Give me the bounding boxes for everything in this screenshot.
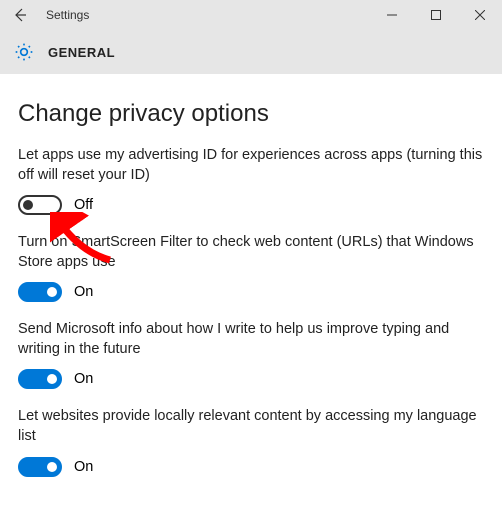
toggle-state-label: On <box>74 284 93 300</box>
setting-smartscreen: Turn on SmartScreen Filter to check web … <box>18 233 484 302</box>
toggle-row: On <box>18 369 484 389</box>
minimize-button[interactable] <box>370 0 414 30</box>
smartscreen-toggle[interactable] <box>18 282 62 302</box>
setting-advertising-id: Let apps use my advertising ID for exper… <box>18 146 484 215</box>
toggle-state-label: On <box>74 459 93 475</box>
gear-icon <box>14 42 34 62</box>
language-list-toggle[interactable] <box>18 457 62 477</box>
toggle-row: Off <box>18 195 484 215</box>
window-title: Settings <box>46 8 89 22</box>
content-area: Change privacy options Let apps use my a… <box>0 74 502 505</box>
maximize-button[interactable] <box>414 0 458 30</box>
arrow-left-icon <box>12 7 28 23</box>
toggle-state-label: On <box>74 371 93 387</box>
toggle-row: On <box>18 457 484 477</box>
section-title: GENERAL <box>48 45 115 60</box>
setting-description: Let apps use my advertising ID for exper… <box>18 146 484 185</box>
close-button[interactable] <box>458 0 502 30</box>
page-title: Change privacy options <box>18 100 484 128</box>
toggle-row: On <box>18 282 484 302</box>
setting-language-list: Let websites provide locally relevant co… <box>18 407 484 476</box>
window-controls <box>370 0 502 30</box>
typing-info-toggle[interactable] <box>18 369 62 389</box>
maximize-icon <box>431 10 441 20</box>
toggle-state-label: Off <box>74 197 93 213</box>
setting-description: Turn on SmartScreen Filter to check web … <box>18 233 484 272</box>
titlebar: Settings <box>0 0 502 30</box>
back-button[interactable] <box>0 0 40 30</box>
setting-typing-info: Send Microsoft info about how I write to… <box>18 320 484 389</box>
section-header: GENERAL <box>0 30 502 74</box>
setting-description: Let websites provide locally relevant co… <box>18 407 484 446</box>
advertising-id-toggle[interactable] <box>18 195 62 215</box>
close-icon <box>475 10 485 20</box>
minimize-icon <box>387 10 397 20</box>
setting-description: Send Microsoft info about how I write to… <box>18 320 484 359</box>
